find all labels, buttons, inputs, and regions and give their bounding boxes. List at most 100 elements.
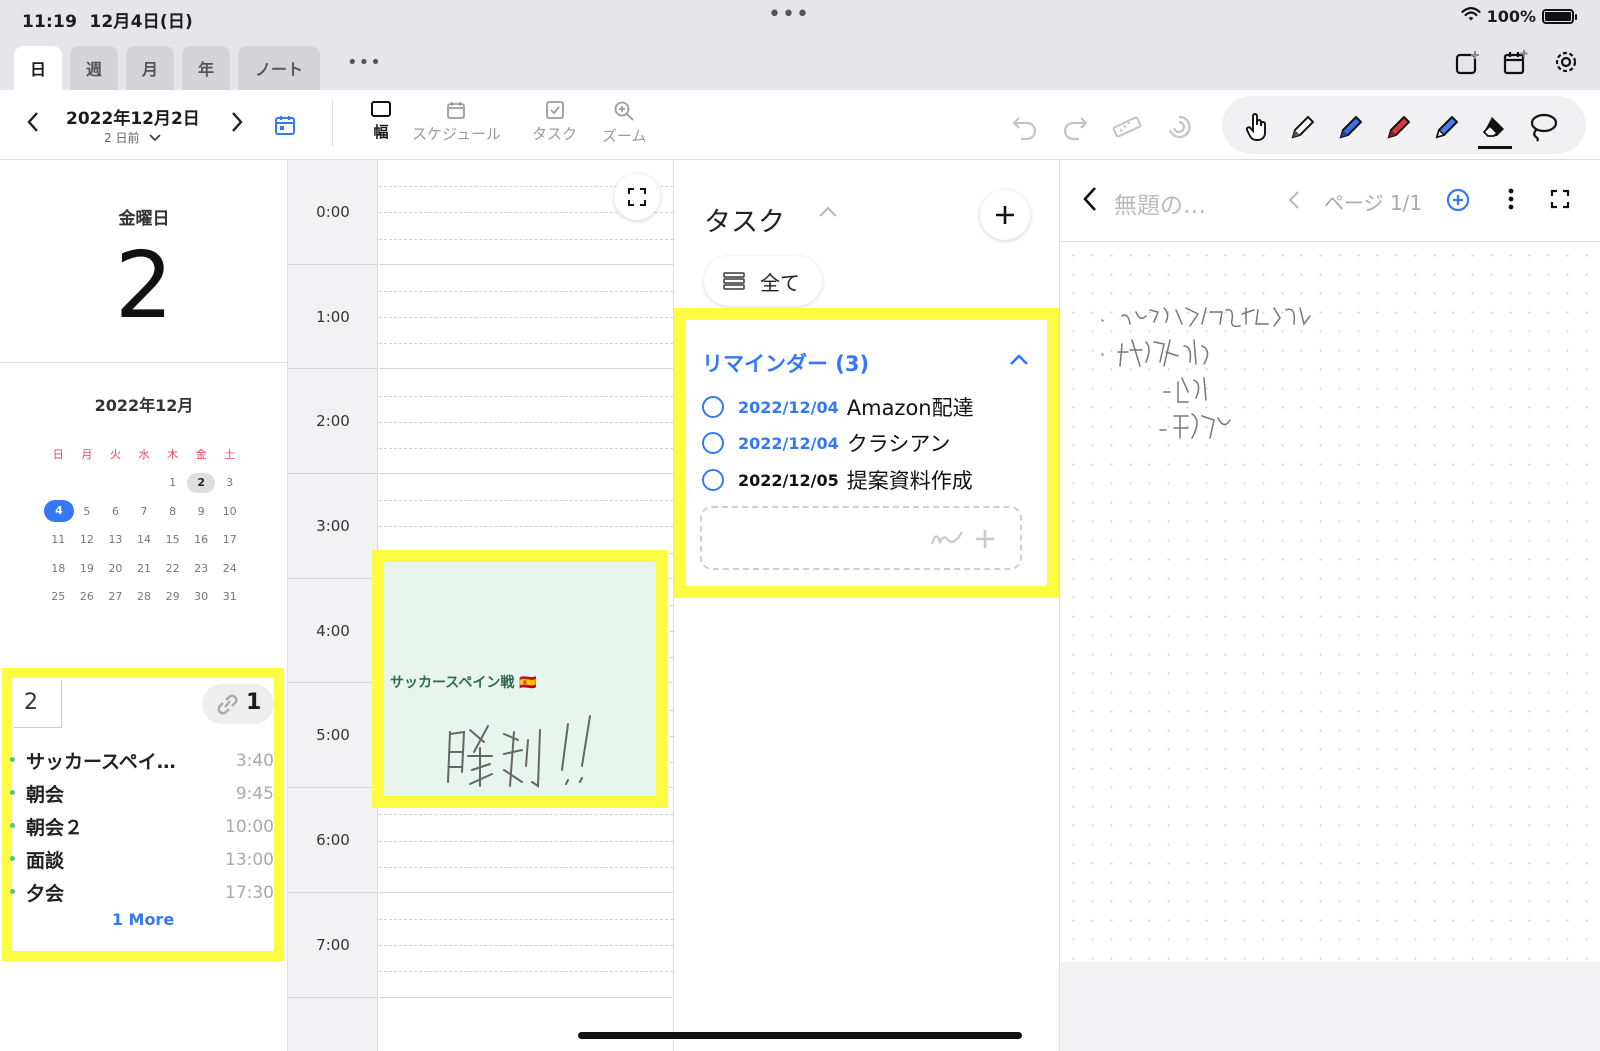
multitask-dots[interactable]: •••: [768, 2, 810, 27]
mini-calendar-day[interactable]: 9: [187, 505, 216, 518]
timeline-fullscreen-button[interactable]: [614, 174, 660, 220]
mini-calendar-day[interactable]: 30: [187, 590, 216, 603]
mini-calendar-day[interactable]: 3: [215, 476, 244, 489]
note-title[interactable]: 無題の…: [1114, 186, 1206, 220]
reminder-checkbox[interactable]: [702, 432, 724, 454]
reminder-checkbox[interactable]: [702, 396, 724, 418]
mini-calendar-day[interactable]: 21: [130, 562, 159, 575]
reminder-item[interactable]: 2022/12/04 クラシアン: [702, 428, 951, 458]
task-button[interactable]: タスク: [532, 100, 577, 144]
chevron-up-icon[interactable]: [818, 204, 838, 223]
list-item[interactable]: 面談 13:00: [10, 843, 274, 876]
home-indicator[interactable]: [578, 1032, 1022, 1039]
list-item[interactable]: 朝会 9:45: [10, 777, 274, 810]
pencil-gray-icon[interactable]: [1286, 110, 1320, 144]
hour-slot[interactable]: [379, 893, 673, 998]
mini-calendar-day[interactable]: 6: [101, 505, 130, 518]
note-canvas[interactable]: [1064, 246, 1596, 962]
expand-icon[interactable]: [1550, 189, 1570, 213]
new-calendar-icon[interactable]: [1500, 46, 1532, 78]
mini-calendar-day[interactable]: 7: [130, 505, 159, 518]
mini-calendar-day[interactable]: 29: [158, 590, 187, 603]
mini-calendar-day[interactable]: 31: [215, 590, 244, 603]
current-date[interactable]: 2022年12月2日: [66, 104, 200, 129]
mini-calendar-day[interactable]: 17: [215, 533, 244, 546]
mini-calendar-day[interactable]: 27: [101, 590, 130, 603]
gear-icon[interactable]: [1550, 46, 1582, 78]
list-item[interactable]: 夕会 17:30: [10, 876, 274, 909]
tab-week[interactable]: 週: [70, 46, 118, 90]
next-day-button[interactable]: [230, 110, 244, 140]
new-note-icon[interactable]: [1452, 46, 1484, 78]
task-filter-button[interactable]: 全て: [704, 256, 822, 306]
calendar-today-icon[interactable]: [268, 108, 302, 142]
new-reminder-input[interactable]: [700, 506, 1022, 570]
link-count-badge[interactable]: 1: [202, 684, 274, 724]
day-summary-card[interactable]: 2 1 サッカースペイ… 3:40 朝会 9:45 朝会２ 10:00 面談 13:00…: [2, 668, 284, 961]
mini-calendar-day[interactable]: 28: [130, 590, 159, 603]
chevron-up-icon[interactable]: [1009, 352, 1029, 371]
tab-day[interactable]: 日: [14, 46, 62, 90]
mini-calendar-day[interactable]: 23: [187, 562, 216, 575]
mini-calendar-day[interactable]: 8: [158, 505, 187, 518]
prev-page-icon[interactable]: [1288, 190, 1300, 214]
back-icon[interactable]: [1082, 186, 1098, 216]
hour-column: 0:00 1:00 2:00 3:00 4:00 5:00 6:00 7:00: [288, 160, 378, 1051]
hour-slot[interactable]: [379, 265, 673, 370]
mini-calendar-day[interactable]: 22: [158, 562, 187, 575]
tab-note[interactable]: ノート: [238, 46, 320, 90]
more-events-link[interactable]: 1 More: [12, 910, 274, 929]
width-button[interactable]: 幅: [370, 100, 392, 142]
mini-calendar-day[interactable]: 25: [44, 590, 73, 603]
mini-calendar-day[interactable]: 18: [44, 562, 73, 575]
lasso-icon[interactable]: [1526, 110, 1560, 144]
redo-icon[interactable]: [1058, 110, 1092, 144]
pen-blue-icon[interactable]: [1334, 110, 1368, 144]
more-options-icon[interactable]: [1508, 188, 1514, 214]
ruler-icon[interactable]: [1110, 110, 1144, 144]
mini-calendar-day-label: 13: [108, 533, 123, 547]
plus-icon[interactable]: [974, 528, 996, 550]
mini-calendar-day[interactable]: 12: [73, 533, 102, 546]
pen-red-icon[interactable]: [1382, 110, 1416, 144]
mini-calendar-day[interactable]: 1: [158, 476, 187, 489]
mini-calendar-day[interactable]: 19: [73, 562, 102, 575]
prev-day-button[interactable]: [26, 110, 40, 140]
hour-slot[interactable]: [379, 369, 673, 475]
mini-calendar-day[interactable]: 10: [215, 505, 244, 518]
reminder-item[interactable]: 2022/12/05 提案資料作成: [702, 465, 973, 495]
tab-month[interactable]: 月: [126, 46, 174, 90]
mini-calendar-day[interactable]: 2: [187, 472, 216, 493]
list-item[interactable]: サッカースペイ… 3:40: [10, 744, 274, 777]
mini-calendar-day[interactable]: 20: [101, 562, 130, 575]
day-timeline[interactable]: 0:00 1:00 2:00 3:00 4:00 5:00 6:00 7:00 サッカースペイ…: [288, 160, 674, 1051]
eraser-icon[interactable]: [1478, 110, 1512, 144]
quarter-line: [379, 840, 673, 842]
zoom-button[interactable]: ズーム: [602, 100, 647, 146]
schedule-button[interactable]: スケジュール: [412, 100, 501, 144]
tab-year[interactable]: 年: [182, 46, 230, 90]
reminder-checkbox[interactable]: [702, 469, 724, 491]
add-page-icon[interactable]: [1446, 188, 1470, 216]
list-item[interactable]: 朝会２ 10:00: [10, 810, 274, 843]
mini-calendar-day[interactable]: 16: [187, 533, 216, 546]
reminder-item[interactable]: 2022/12/04 Amazon配達: [702, 392, 974, 422]
shape-recognition-icon[interactable]: [1162, 110, 1196, 144]
mini-calendar-day[interactable]: 14: [130, 533, 159, 546]
hand-tool-icon[interactable]: [1240, 110, 1274, 144]
mini-calendar-day[interactable]: 24: [215, 562, 244, 575]
reminders-header[interactable]: リマインダー (3): [702, 348, 869, 378]
mini-calendar-day[interactable]: 4: [44, 500, 74, 523]
mini-calendar-day-label: 19: [79, 561, 94, 575]
highlighter-blue-icon[interactable]: [1430, 110, 1464, 144]
mini-calendar-day[interactable]: 11: [44, 533, 73, 546]
add-task-button[interactable]: [980, 190, 1030, 240]
relative-date[interactable]: 2 日前: [104, 129, 161, 146]
timeline-event-soccer[interactable]: サッカースペイン戦 🇪🇸: [372, 550, 668, 808]
mini-calendar-day[interactable]: 5: [73, 505, 102, 518]
tab-more-button[interactable]: •••: [347, 52, 382, 73]
undo-icon[interactable]: [1008, 110, 1042, 144]
mini-calendar-day[interactable]: 26: [73, 590, 102, 603]
mini-calendar-day[interactable]: 15: [158, 533, 187, 546]
mini-calendar-day[interactable]: 13: [101, 533, 130, 546]
